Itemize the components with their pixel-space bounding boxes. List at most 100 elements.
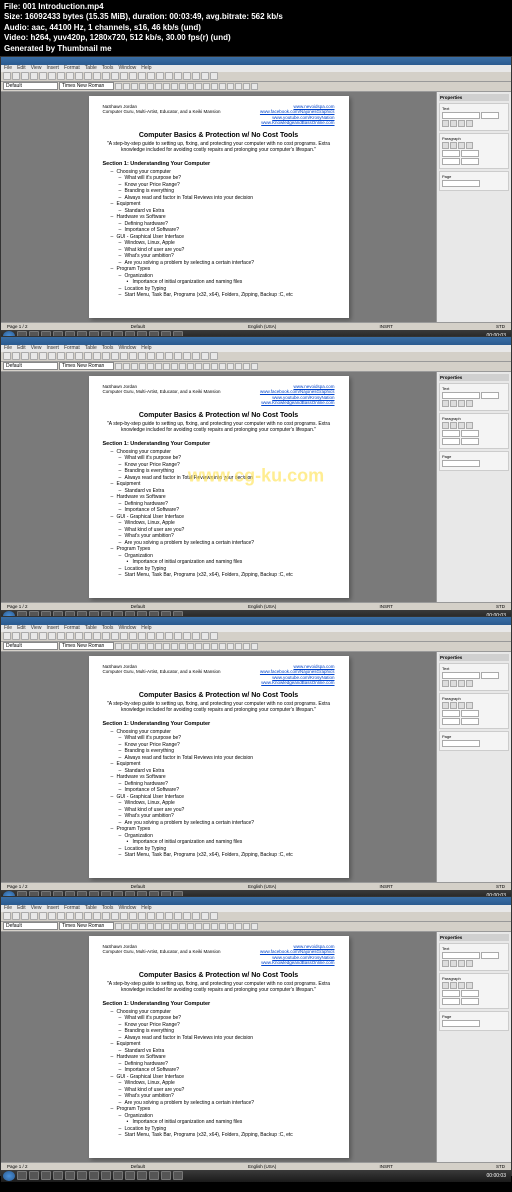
- toolbar-button[interactable]: [165, 912, 173, 920]
- menu-tools[interactable]: Tools: [101, 905, 115, 911]
- format-button[interactable]: [123, 923, 130, 930]
- align-center-icon[interactable]: [450, 982, 457, 989]
- toolbar-button[interactable]: [57, 72, 65, 80]
- toolbar-button[interactable]: [21, 72, 29, 80]
- link[interactable]: www.KnowledgeandBassOnline.com: [260, 960, 335, 965]
- page-ctrl[interactable]: [442, 1020, 480, 1027]
- toolbar-button[interactable]: [111, 352, 119, 360]
- page-ctrl[interactable]: [442, 740, 480, 747]
- justify-icon[interactable]: [466, 422, 473, 429]
- format-button[interactable]: [219, 83, 226, 90]
- align-center-icon[interactable]: [450, 702, 457, 709]
- italic-icon[interactable]: [450, 120, 457, 127]
- format-button[interactable]: [179, 83, 186, 90]
- toolbar-button[interactable]: [201, 352, 209, 360]
- align-right-icon[interactable]: [458, 142, 465, 149]
- menu-view[interactable]: View: [30, 65, 43, 71]
- toolbar-button[interactable]: [192, 912, 200, 920]
- format-button[interactable]: [187, 643, 194, 650]
- taskbar-item[interactable]: [149, 1171, 159, 1180]
- spacing-ctrl[interactable]: [461, 710, 479, 717]
- spacing-ctrl[interactable]: [461, 158, 479, 165]
- menu-help[interactable]: Help: [140, 625, 152, 631]
- taskbar-item[interactable]: [53, 1171, 63, 1180]
- toolbar-button[interactable]: [48, 72, 56, 80]
- format-button[interactable]: [227, 363, 234, 370]
- toolbar-button[interactable]: [210, 72, 218, 80]
- format-button[interactable]: [243, 923, 250, 930]
- format-button[interactable]: [187, 363, 194, 370]
- toolbar-button[interactable]: [30, 912, 38, 920]
- toolbar-button[interactable]: [156, 72, 164, 80]
- format-button[interactable]: [163, 363, 170, 370]
- style-combo[interactable]: Default: [3, 922, 58, 930]
- menu-table[interactable]: Table: [84, 345, 98, 351]
- justify-icon[interactable]: [466, 142, 473, 149]
- format-button[interactable]: [139, 923, 146, 930]
- menu-edit[interactable]: Edit: [16, 345, 27, 351]
- format-button[interactable]: [219, 363, 226, 370]
- format-button[interactable]: [139, 643, 146, 650]
- taskbar-item[interactable]: [125, 1171, 135, 1180]
- toolbar-button[interactable]: [102, 632, 110, 640]
- indent-ctrl[interactable]: [442, 990, 460, 997]
- strike-icon[interactable]: [466, 680, 473, 687]
- font-combo[interactable]: Times New Roman: [59, 362, 114, 370]
- format-button[interactable]: [115, 923, 122, 930]
- menu-view[interactable]: View: [30, 905, 43, 911]
- format-button[interactable]: [235, 83, 242, 90]
- format-button[interactable]: [235, 923, 242, 930]
- toolbar-button[interactable]: [84, 632, 92, 640]
- format-button[interactable]: [203, 923, 210, 930]
- spacing-ctrl[interactable]: [461, 718, 479, 725]
- toolbar-button[interactable]: [174, 632, 182, 640]
- toolbar-button[interactable]: [201, 632, 209, 640]
- menu-edit[interactable]: Edit: [16, 625, 27, 631]
- format-button[interactable]: [131, 83, 138, 90]
- toolbar-button[interactable]: [156, 912, 164, 920]
- strike-icon[interactable]: [466, 400, 473, 407]
- menu-insert[interactable]: Insert: [45, 625, 60, 631]
- align-right-icon[interactable]: [458, 982, 465, 989]
- size-combo[interactable]: [481, 672, 499, 679]
- toolbar-button[interactable]: [165, 352, 173, 360]
- format-button[interactable]: [227, 83, 234, 90]
- format-button[interactable]: [171, 83, 178, 90]
- document-area[interactable]: NaShawn Jordan Computer Guru, Multi-Arti…: [1, 92, 436, 322]
- format-button[interactable]: [219, 643, 226, 650]
- toolbar-button[interactable]: [156, 352, 164, 360]
- toolbar-button[interactable]: [3, 912, 11, 920]
- toolbar-button[interactable]: [174, 72, 182, 80]
- format-button[interactable]: [179, 643, 186, 650]
- align-right-icon[interactable]: [458, 702, 465, 709]
- spacing-ctrl[interactable]: [461, 990, 479, 997]
- indent-ctrl[interactable]: [442, 438, 460, 445]
- font-combo[interactable]: [442, 112, 480, 119]
- format-button[interactable]: [171, 923, 178, 930]
- format-button[interactable]: [195, 363, 202, 370]
- menu-file[interactable]: File: [3, 625, 13, 631]
- toolbar-button[interactable]: [39, 72, 47, 80]
- font-combo[interactable]: [442, 952, 480, 959]
- toolbar-button[interactable]: [183, 632, 191, 640]
- menu-help[interactable]: Help: [140, 345, 152, 351]
- taskbar-item[interactable]: [65, 1171, 75, 1180]
- toolbar-button[interactable]: [147, 632, 155, 640]
- toolbar-button[interactable]: [21, 352, 29, 360]
- toolbar-button[interactable]: [39, 632, 47, 640]
- format-button[interactable]: [131, 363, 138, 370]
- format-button[interactable]: [131, 643, 138, 650]
- taskbar-item[interactable]: [101, 1171, 111, 1180]
- toolbar-button[interactable]: [192, 352, 200, 360]
- format-button[interactable]: [139, 363, 146, 370]
- align-left-icon[interactable]: [442, 142, 449, 149]
- toolbar-button[interactable]: [147, 72, 155, 80]
- menu-window[interactable]: Window: [117, 65, 137, 71]
- toolbar-button[interactable]: [210, 352, 218, 360]
- toolbar-button[interactable]: [30, 352, 38, 360]
- spacing-ctrl[interactable]: [461, 430, 479, 437]
- link[interactable]: www.KnowledgeandBassOnline.com: [260, 680, 335, 685]
- toolbar-button[interactable]: [147, 352, 155, 360]
- style-combo[interactable]: Default: [3, 362, 58, 370]
- format-button[interactable]: [251, 923, 258, 930]
